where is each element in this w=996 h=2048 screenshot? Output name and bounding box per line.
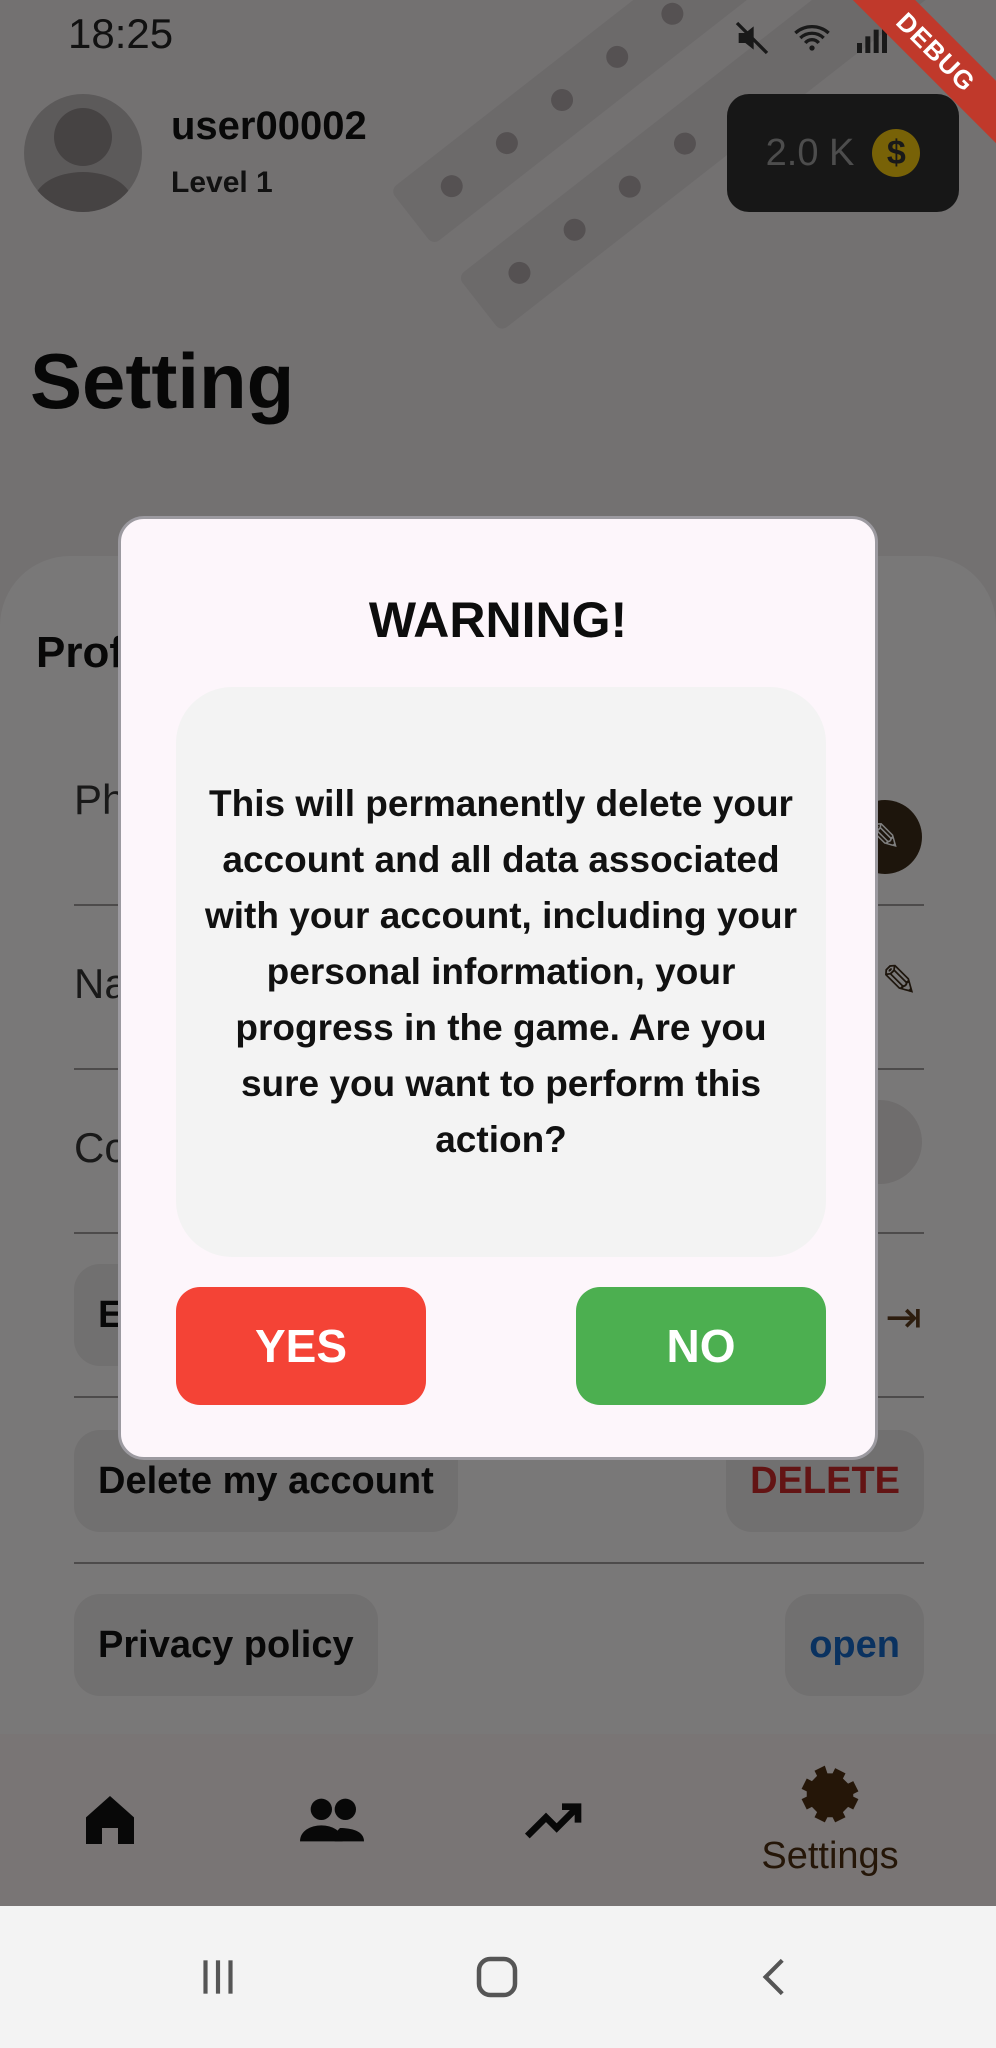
recent-apps-icon	[203, 1960, 233, 1994]
app-screen: 18:25 user00002 Level 1 2.0 K $ Setting …	[0, 0, 996, 1906]
yes-button[interactable]: YES	[176, 1287, 426, 1405]
system-navigation-bar	[0, 1906, 996, 2048]
home-square-icon	[476, 1956, 518, 1998]
dialog-message-box: This will permanently delete your accoun…	[176, 687, 826, 1257]
warning-dialog: WARNING! This will permanently delete yo…	[118, 516, 878, 1460]
back-button[interactable]	[716, 1906, 836, 2048]
recent-apps-button[interactable]	[158, 1906, 278, 2048]
dialog-message: This will permanently delete your accoun…	[204, 783, 798, 1160]
home-system-button[interactable]	[437, 1906, 557, 2048]
back-chevron-icon	[762, 1958, 784, 1996]
no-button[interactable]: NO	[576, 1287, 826, 1405]
dialog-title: WARNING!	[368, 592, 628, 648]
